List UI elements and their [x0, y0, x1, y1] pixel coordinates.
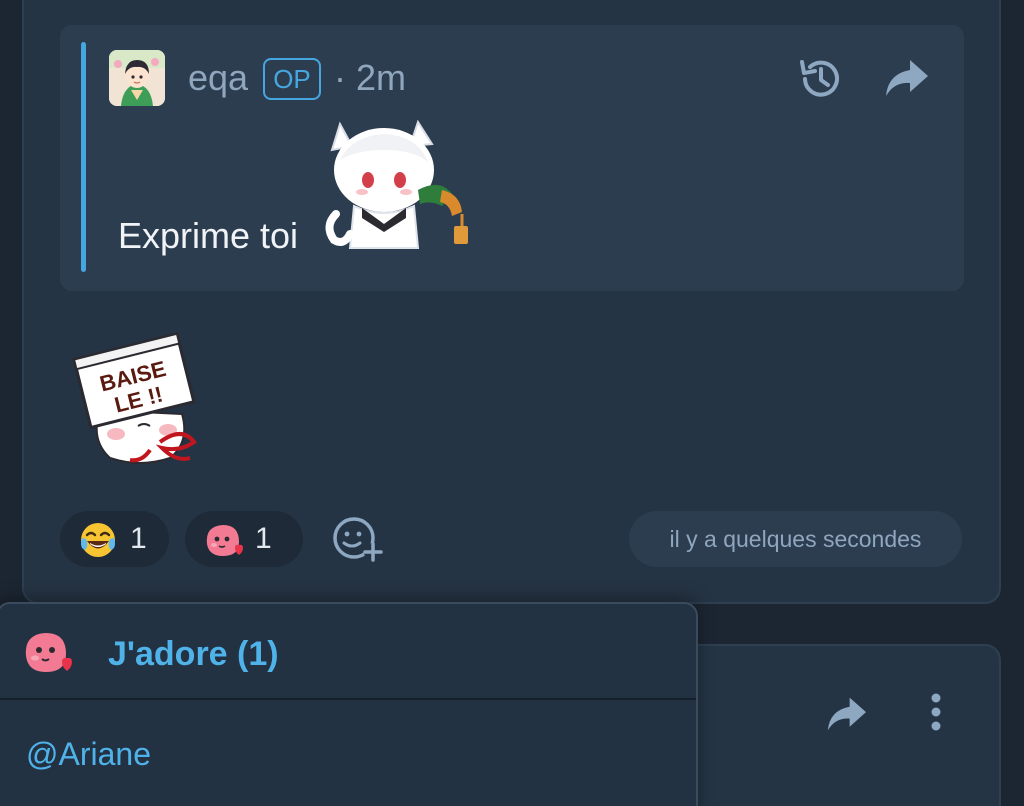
reaction-love[interactable]: 1 [185, 511, 303, 567]
cat-sticker [325, 119, 468, 249]
history-icon[interactable] [796, 54, 846, 104]
page: eqa OP · 2m Exprime toi BAISE LE !! 1 1 … [0, 0, 1024, 806]
post-timestamp: il y a quelques secondes [629, 511, 962, 567]
pink-blob-heart-icon [206, 525, 243, 556]
popover-title: J'adore (1) [108, 635, 279, 673]
reaction-popover: J'adore (1) @Ariane [0, 602, 698, 806]
share-icon[interactable] [824, 694, 868, 734]
more-options-icon[interactable] [926, 690, 946, 734]
laughing-tears-icon [81, 523, 115, 557]
popover-header: J'adore (1) [0, 604, 696, 700]
op-badge: OP [263, 58, 321, 100]
reaction-laughing[interactable]: 1 [60, 511, 169, 567]
pink-blob-heart-icon [25, 633, 72, 672]
reaction-count: 1 [130, 522, 147, 555]
baise-le-sticker: BAISE LE !! [72, 332, 197, 464]
avatar-image [109, 50, 165, 106]
reaction-count: 1 [255, 522, 272, 555]
quote-accent-bar [81, 42, 86, 272]
avatar[interactable] [109, 50, 165, 106]
quote-text: Exprime toi [118, 215, 299, 256]
author-name[interactable]: eqa [188, 56, 248, 100]
add-reaction-icon[interactable] [330, 514, 384, 562]
reacting-user-link[interactable]: @Ariane [26, 732, 151, 776]
quote-time: · 2m [334, 57, 406, 98]
share-icon[interactable] [882, 56, 930, 100]
